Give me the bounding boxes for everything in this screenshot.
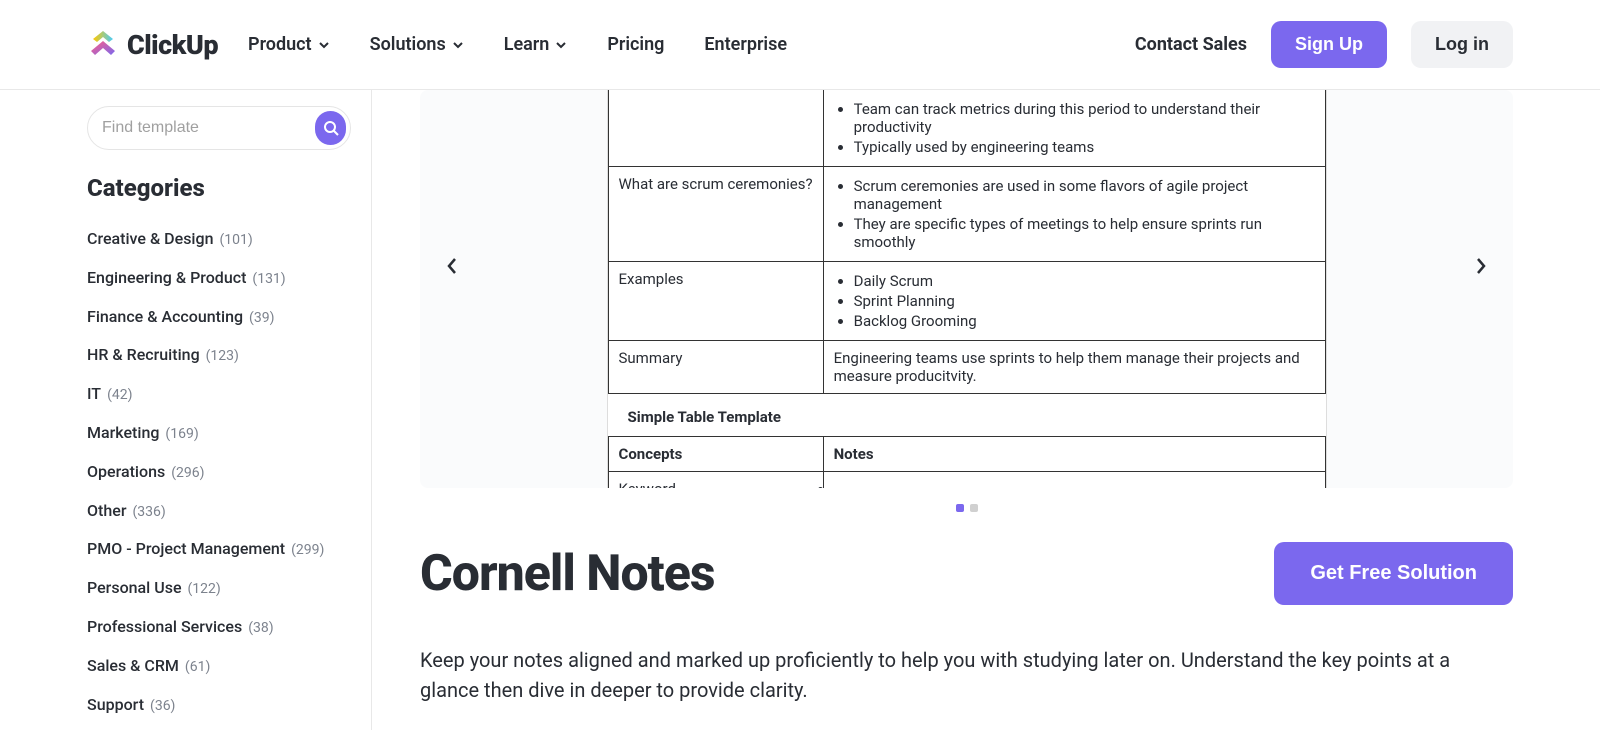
pagination-dot[interactable] — [956, 504, 964, 512]
chevron-down-icon — [318, 39, 330, 51]
nav-pricing[interactable]: Pricing — [607, 34, 664, 55]
table-row: Keyword... — [608, 472, 1325, 489]
search-icon — [322, 119, 340, 137]
main-nav: Product Solutions Learn Pricing Enterpri… — [248, 34, 1135, 55]
simple-table-title: Simple Table Template — [608, 394, 1326, 436]
chevron-right-icon — [1475, 257, 1487, 275]
category-item[interactable]: Finance & Accounting(39) — [87, 298, 351, 337]
categories-heading: Categories — [87, 174, 351, 202]
login-button[interactable]: Log in — [1411, 21, 1513, 68]
category-item[interactable]: PMO - Project Management(299) — [87, 530, 351, 569]
carousel-next-button[interactable] — [1465, 250, 1497, 282]
table-row: Team can track metrics during this perio… — [608, 90, 1325, 167]
nav-solutions[interactable]: Solutions — [370, 34, 464, 55]
category-item[interactable]: IT(42) — [87, 375, 351, 414]
category-item[interactable]: Engineering & Product(131) — [87, 259, 351, 298]
cornell-notes-table: Team can track metrics during this perio… — [608, 90, 1326, 394]
table-row: Examples Daily ScrumSprint PlanningBackl… — [608, 262, 1325, 341]
header-actions: Contact Sales Sign Up Log in — [1135, 21, 1513, 68]
carousel-prev-button[interactable] — [436, 250, 468, 282]
contact-sales-link[interactable]: Contact Sales — [1135, 34, 1247, 55]
logo[interactable]: ClickUp — [87, 29, 218, 61]
get-free-solution-button[interactable]: Get Free Solution — [1274, 542, 1513, 605]
category-list: Creative & Design(101) Engineering & Pro… — [87, 220, 351, 724]
simple-table: ConceptsNotes Keyword... — [608, 436, 1326, 488]
chevron-down-icon — [452, 39, 464, 51]
carousel-pagination — [420, 488, 1513, 528]
search-button[interactable] — [315, 111, 346, 145]
category-item[interactable]: Support(36) — [87, 686, 351, 725]
category-item[interactable]: Personal Use(122) — [87, 569, 351, 608]
table-row: Summary Engineering teams use sprints to… — [608, 341, 1325, 394]
title-row: Cornell Notes Get Free Solution — [420, 542, 1513, 605]
pagination-dot[interactable] — [970, 504, 978, 512]
table-row: What are scrum ceremonies? Scrum ceremon… — [608, 167, 1325, 262]
category-item[interactable]: Sales & CRM(61) — [87, 647, 351, 686]
table-row: ConceptsNotes — [608, 437, 1325, 472]
nav-learn[interactable]: Learn — [504, 34, 568, 55]
main-content: Team can track metrics during this perio… — [372, 90, 1513, 730]
category-item[interactable]: Other(336) — [87, 492, 351, 531]
category-item[interactable]: Marketing(169) — [87, 414, 351, 453]
chevron-down-icon — [555, 39, 567, 51]
category-item[interactable]: Operations(296) — [87, 453, 351, 492]
chevron-left-icon — [446, 257, 458, 275]
search-container — [87, 106, 351, 150]
template-preview: Team can track metrics during this perio… — [607, 90, 1327, 488]
category-item[interactable]: Professional Services(38) — [87, 608, 351, 647]
search-input[interactable] — [102, 119, 309, 137]
logo-text: ClickUp — [127, 29, 218, 61]
nav-enterprise[interactable]: Enterprise — [704, 34, 787, 55]
site-header: ClickUp Product Solutions Learn Pricing … — [0, 0, 1600, 90]
signup-button[interactable]: Sign Up — [1271, 21, 1387, 68]
sidebar: Categories Creative & Design(101) Engine… — [87, 90, 372, 730]
page-title: Cornell Notes — [420, 545, 715, 603]
category-item[interactable]: Creative & Design(101) — [87, 220, 351, 259]
nav-product[interactable]: Product — [248, 34, 330, 55]
template-description: Keep your notes aligned and marked up pr… — [420, 645, 1490, 705]
category-item[interactable]: HR & Recruiting(123) — [87, 336, 351, 375]
template-carousel: Team can track metrics during this perio… — [420, 90, 1513, 488]
logo-icon — [87, 29, 119, 61]
